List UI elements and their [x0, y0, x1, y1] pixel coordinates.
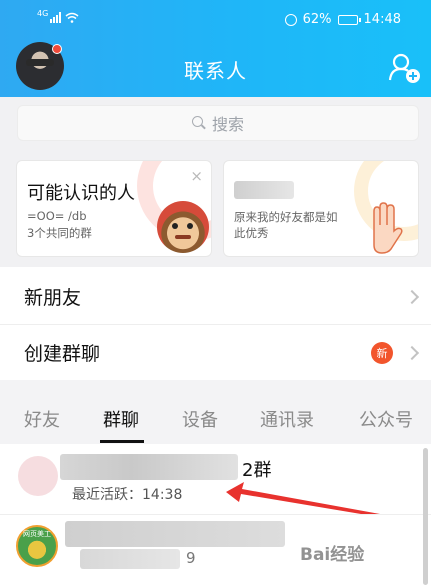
- group-avatar-text: 网页美工: [23, 530, 51, 538]
- search-input[interactable]: 搜索: [17, 105, 419, 141]
- battery-icon: [337, 14, 361, 25]
- blurred-group-info: [80, 549, 180, 569]
- card-subtitle: =OO= /db: [27, 209, 87, 223]
- card-title: 可能认识的人: [27, 183, 135, 204]
- card-subtitle: 原来我的好友都是如: [234, 210, 338, 224]
- tab-friends[interactable]: 好友: [24, 406, 60, 432]
- new-friends-row[interactable]: 新朋友: [0, 269, 431, 324]
- search-icon: [191, 116, 206, 130]
- add-contact-icon[interactable]: [388, 52, 422, 84]
- watermark: Bai经验: [300, 545, 365, 565]
- recommend-avatar: [157, 201, 209, 253]
- recommend-card-people[interactable]: 可能认识的人 =OO= /db 3个共同的群 ×: [16, 160, 212, 257]
- new-badge: 新: [371, 341, 393, 364]
- tab-groups[interactable]: 群聊: [103, 406, 139, 432]
- tab-official-accounts[interactable]: 公众号: [359, 406, 413, 432]
- group-last-active: 最近活跃：14:38: [72, 487, 183, 503]
- hand-icon: [373, 202, 403, 254]
- annotation-arrow-icon: [226, 482, 380, 517]
- blurred-name: [234, 181, 294, 199]
- status-bar: 4G 62% 14:48: [0, 0, 431, 40]
- wifi-icon: [65, 12, 79, 23]
- chevron-right-icon: [404, 289, 420, 304]
- create-group-label: 创建群聊: [24, 343, 101, 365]
- blurred-group-name: [65, 521, 285, 547]
- recommend-card-friends[interactable]: 原来我的好友都是如 此优秀: [223, 160, 419, 257]
- search-placeholder: 搜索: [211, 115, 244, 134]
- create-group-row[interactable]: 创建群聊 新: [0, 325, 431, 380]
- notification-dot: [52, 44, 62, 54]
- clock: 14:48: [363, 12, 401, 27]
- blurred-group-name: [60, 454, 238, 480]
- tab-devices[interactable]: 设备: [182, 406, 218, 432]
- header-bar: 4G 62% 14:48 联系人: [0, 0, 431, 97]
- group-avatar: [18, 456, 58, 496]
- new-friends-label: 新朋友: [24, 287, 82, 309]
- card-subtitle-2: 此优秀: [234, 226, 269, 240]
- card-mutual-groups: 3个共同的群: [27, 226, 92, 240]
- group-avatar: 网页美工: [16, 525, 58, 567]
- alarm-icon: [284, 13, 297, 26]
- status-left: 4G: [37, 9, 79, 23]
- contact-tabs: 好友 群聊 设备 通讯录 公众号: [0, 392, 431, 444]
- network-type: 4G: [37, 9, 49, 18]
- signal-icon: [50, 12, 62, 23]
- group-row[interactable]: 网页美工 9: [0, 515, 431, 585]
- scrollbar[interactable]: [423, 448, 428, 585]
- close-icon[interactable]: ×: [190, 167, 203, 185]
- battery-percent: 62%: [302, 12, 332, 27]
- status-right: 62% 14:48: [284, 12, 401, 27]
- divider: [0, 380, 431, 392]
- group-info: 9: [186, 549, 196, 567]
- page-title: 联系人: [184, 59, 247, 83]
- active-tab-indicator: [100, 440, 144, 443]
- chevron-right-icon: [404, 345, 420, 360]
- tab-address-book[interactable]: 通讯录: [260, 406, 314, 432]
